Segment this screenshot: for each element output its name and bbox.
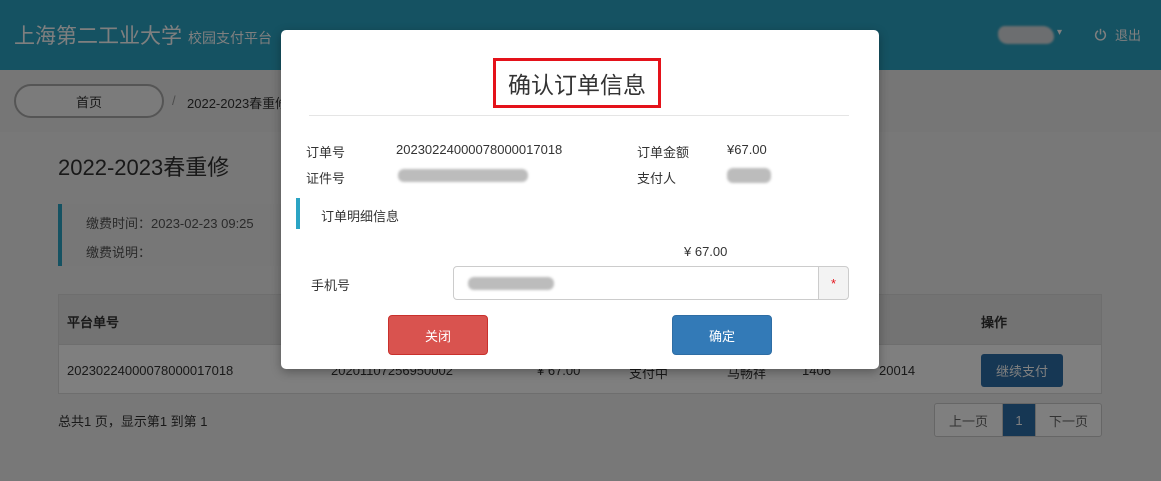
payer-label: 支付人 [637,171,677,186]
order-amount-value: ¥67.00 [727,142,767,157]
detail-amount: ¥ 67.00 [684,244,728,259]
phone-input[interactable] [453,266,819,300]
order-no-value: 20230224000078000017018 [396,142,563,157]
phone-value-redacted [468,277,554,290]
section-accent-bar [296,198,300,229]
order-no-label: 订单号 [306,145,346,160]
close-button[interactable]: 关闭 [388,315,488,355]
phone-label: 手机号 [311,278,351,293]
required-indicator: * [818,266,849,300]
confirm-button[interactable]: 确定 [672,315,772,355]
modal-title: 确认订单信息 [493,58,661,108]
modal-divider [309,115,849,116]
id-number-label: 证件号 [306,171,346,186]
payer-redacted [727,168,771,183]
order-amount-label: 订单金额 [637,145,690,160]
id-number-redacted [398,169,528,182]
confirm-order-modal: 确认订单信息 订单号 20230224000078000017018 订单金额 … [281,30,879,369]
order-detail-section-title: 订单明细信息 [321,209,400,224]
